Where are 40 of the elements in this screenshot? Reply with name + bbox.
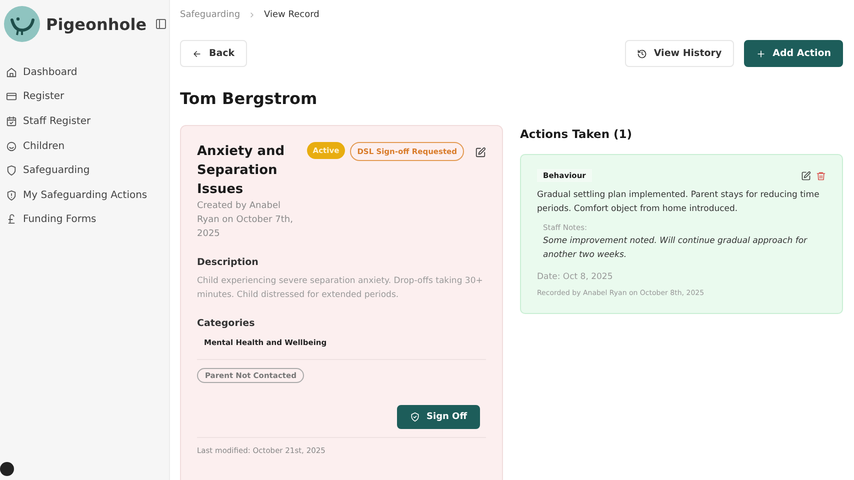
nav-item[interactable]: My Safeguarding Actions bbox=[4, 182, 169, 208]
description-text: Child experiencing severe separation anxiety. Drop-offs taking 30+ minutes. Child distressed for extended periods. bbox=[197, 275, 484, 302]
nav-item[interactable]: Children bbox=[4, 134, 169, 158]
edit-icon[interactable] bbox=[475, 147, 486, 158]
nav-item[interactable]: Dashboard bbox=[4, 60, 169, 85]
action-text: Gradual settling plan implemented. Parent stays for reducing time periods. Comfort object from home introduced. bbox=[537, 189, 820, 216]
action-date: Date: Oct 8, 2025 bbox=[537, 272, 614, 282]
edit-icon[interactable] bbox=[801, 170, 811, 180]
breadcrumb-link[interactable]: Safeguarding bbox=[180, 10, 240, 20]
smiley-icon bbox=[6, 140, 17, 152]
view-history-button[interactable]: View History bbox=[624, 40, 734, 67]
nav-item[interactable]: Funding Forms bbox=[4, 208, 169, 232]
logo-icon bbox=[4, 6, 40, 42]
section-heading: Actions Taken (1) bbox=[520, 127, 634, 141]
created-info: Created by Anabel Ryan on October 7th, 2025 bbox=[197, 200, 294, 241]
home-icon bbox=[6, 66, 17, 78]
trash-icon[interactable] bbox=[816, 170, 826, 180]
nav-item[interactable]: Staff Register bbox=[4, 109, 169, 134]
shield-alert-icon bbox=[6, 190, 17, 201]
history-icon bbox=[636, 48, 647, 58]
sign-off-button[interactable]: Sign Off bbox=[396, 405, 480, 429]
brand-name: Pigeonhole bbox=[46, 14, 147, 34]
card-icon bbox=[6, 91, 17, 102]
badge-check-icon bbox=[410, 412, 420, 422]
record-title: Anxiety and Separation Issues bbox=[197, 143, 286, 199]
shield-icon bbox=[6, 165, 17, 176]
nav-item[interactable]: Register bbox=[4, 84, 169, 110]
calendar-icon bbox=[6, 116, 17, 127]
arrow-left-icon bbox=[192, 48, 202, 58]
section-label: Categories bbox=[197, 318, 256, 329]
add-action-button[interactable]: Add Action bbox=[744, 40, 843, 67]
staff-notes: Some improvement noted. Will continue gradual approach for another two weeks. bbox=[543, 235, 808, 262]
nav-item[interactable]: Safeguarding bbox=[4, 158, 169, 183]
plus-icon bbox=[756, 48, 766, 58]
page-title: Tom Bergstrom bbox=[180, 89, 318, 108]
back-button[interactable]: Back bbox=[180, 40, 247, 67]
dev-badge-icon[interactable] bbox=[0, 462, 14, 476]
section-label: Description bbox=[197, 257, 260, 268]
pound-icon bbox=[6, 214, 17, 226]
sidebar-toggle-icon bbox=[154, 18, 167, 30]
